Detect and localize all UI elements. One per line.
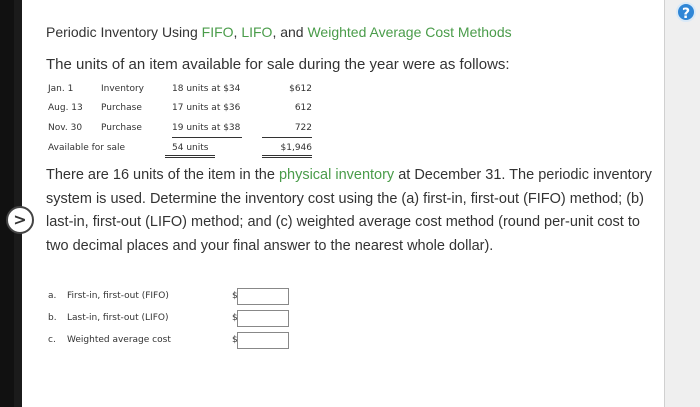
units-double-rule <box>165 155 215 158</box>
row-type: Inventory <box>101 84 144 94</box>
total-units: 54 units <box>172 143 209 153</box>
left-frame-bar <box>0 0 22 407</box>
physical-inventory-link[interactable]: physical inventory <box>279 167 394 183</box>
row-date: Jan. 1 <box>48 84 74 94</box>
weighted-average-answer-input[interactable] <box>237 332 289 349</box>
fifo-answer-input[interactable] <box>237 288 289 305</box>
total-cost: $1,946 <box>280 143 313 153</box>
next-arrow-icon[interactable]: > <box>6 206 34 234</box>
intro-text: The units of an item available for sale … <box>46 56 510 73</box>
fifo-link[interactable]: FIFO <box>202 24 234 40</box>
right-sidebar <box>664 0 700 407</box>
problem-paragraph: There are 16 units of the item in the ph… <box>46 164 658 258</box>
row-cost: 612 <box>294 103 312 113</box>
row-cost-cell: 722 <box>260 123 312 137</box>
row-units: 18 units at $34 <box>172 84 241 94</box>
answer-label: Last-in, first-out (LIFO) <box>67 313 169 323</box>
title-sep-2: , and <box>272 24 308 40</box>
total-label: Available for sale <box>48 143 126 153</box>
lifo-link[interactable]: LIFO <box>241 24 272 40</box>
row-type: Purchase <box>101 103 142 113</box>
row-date: Nov. 30 <box>48 123 83 133</box>
row-cost-cell: 612 <box>260 103 312 117</box>
answer-label: First-in, first-out (FIFO) <box>67 291 169 301</box>
help-icon[interactable]: ? <box>676 2 696 22</box>
row-units: 19 units at $38 <box>172 123 241 133</box>
para-text-pre: There are 16 units of the item in the <box>46 167 279 183</box>
weighted-average-link[interactable]: Weighted Average Cost Methods <box>307 24 511 40</box>
row-units: 17 units at $36 <box>172 103 241 113</box>
row-cost: $612 <box>289 84 312 94</box>
row-cost: 722 <box>294 123 312 133</box>
left-frame-inner <box>14 0 22 407</box>
page-title: Periodic Inventory Using FIFO, LIFO, and… <box>46 24 512 40</box>
answer-letter: c. <box>48 335 56 345</box>
row-cost-cell: $612 <box>260 84 312 98</box>
title-text: Periodic Inventory Using <box>46 24 202 40</box>
answer-letter: a. <box>48 291 57 301</box>
answer-label: Weighted average cost <box>67 335 171 345</box>
cost-rule <box>262 137 312 138</box>
row-date: Aug. 13 <box>48 103 83 113</box>
row-type: Purchase <box>101 123 142 133</box>
cost-double-rule <box>262 155 312 158</box>
units-rule <box>172 137 242 138</box>
answer-letter: b. <box>48 313 57 323</box>
lifo-answer-input[interactable] <box>237 310 289 327</box>
